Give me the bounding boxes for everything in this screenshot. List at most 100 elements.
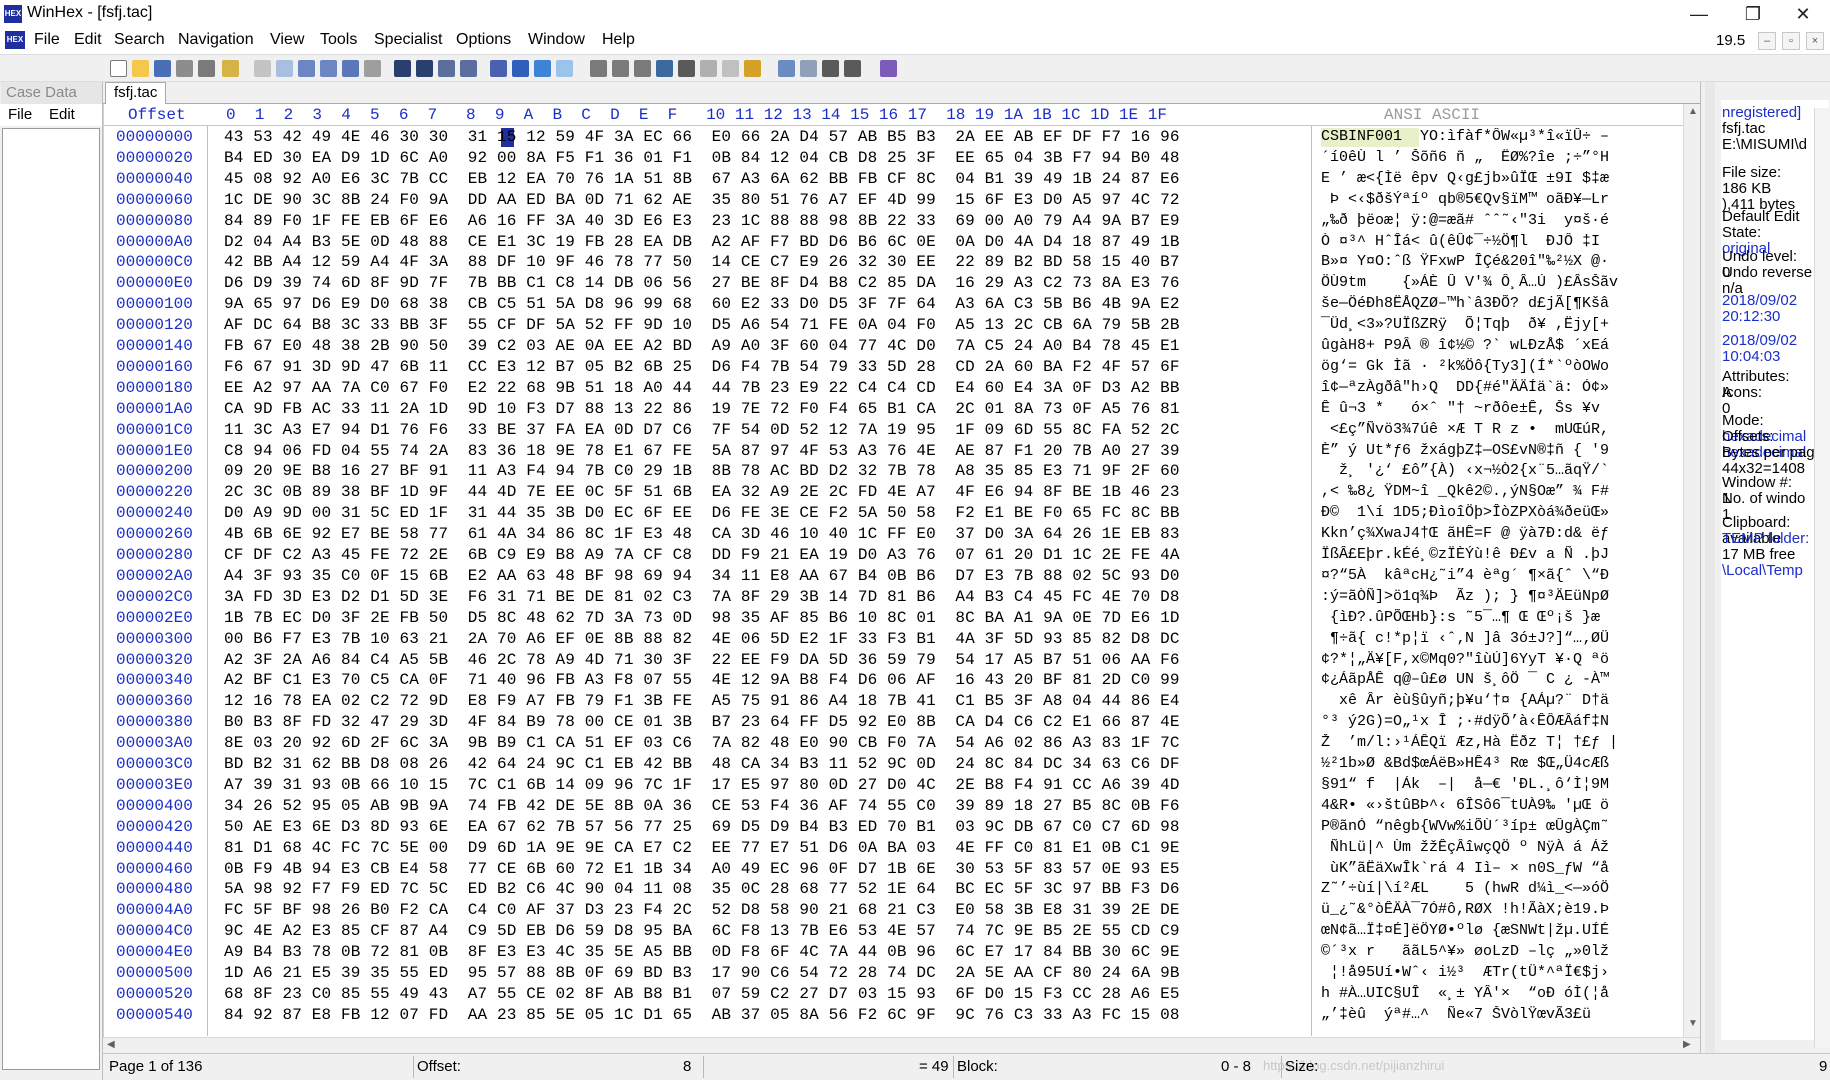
row-hex-bytes[interactable]: BD B2 31 62 BB D8 08 26 42 64 24 9C C1 E… xyxy=(224,755,1180,773)
row-ascii-text[interactable]: ,< ‰8¿ ŸDM~î _Qkê2©.,ýN§Oæ” ¾ F# xyxy=(1321,483,1691,500)
row-ascii-text[interactable]: xê Âr èù§ûyñ;þ¥u‘†¤ {AÁµ?¨ D†ä xyxy=(1321,692,1691,709)
info-scrollbar[interactable] xyxy=(1814,108,1830,1048)
save-icon[interactable] xyxy=(154,60,171,77)
properties-icon[interactable] xyxy=(198,60,215,77)
prev-page-icon[interactable] xyxy=(822,60,839,77)
row-hex-bytes[interactable]: 3A FD 3D E3 D2 D1 5D 3E F6 31 71 BE DE 8… xyxy=(224,588,1180,606)
back-arrow-icon[interactable] xyxy=(534,60,551,77)
row-ascii-text[interactable]: {ìÐ?.ûPÕŒHb}:s ˜5¯…¶ Œ Œº¡š }æ xyxy=(1321,609,1691,626)
menu-window[interactable]: Window xyxy=(528,31,585,49)
row-offset[interactable]: 00000280 xyxy=(116,546,193,564)
help-book-icon[interactable] xyxy=(880,60,897,77)
row-ascii-text[interactable]: ÏßÂ£Eþr.kÉé¸©zÏÈÝù!ê Ð£v a Ñ .þJ xyxy=(1321,546,1691,563)
row-offset[interactable]: 00000360 xyxy=(116,692,193,710)
row-ascii-text[interactable]: œN¢ã…Ï‡¤É]ëÖYØ•ºlø {æSNWt|žµ.UÍÉ xyxy=(1321,922,1691,939)
goto-sector-icon[interactable] xyxy=(512,60,529,77)
hash-icon[interactable] xyxy=(678,60,695,77)
row-hex-bytes[interactable]: D0 A9 9D 00 31 5C ED 1F 31 44 35 3B D0 E… xyxy=(224,504,1180,522)
menu-specialist[interactable]: Specialist xyxy=(374,31,442,49)
hex-row[interactable]: 00000380 B0 B3 8F FD 32 47 29 3D 4F 84 B9… xyxy=(104,712,1700,733)
menu-navigation[interactable]: Navigation xyxy=(178,31,254,49)
row-offset[interactable]: 00000540 xyxy=(116,1006,193,1024)
hex-row[interactable]: 000002E0 1B 7B EC D0 3F 2E FB 50 D5 8C 48… xyxy=(104,608,1700,629)
hex-row[interactable]: 00000300 00 B6 F7 E3 7B 10 63 21 2A 70 A6… xyxy=(104,629,1700,650)
row-ascii-text[interactable]: Þ <‹$ðšÝªíº qb®5€Qv§ïM™ oãÐ¥—Lr xyxy=(1321,191,1691,208)
hex-row[interactable]: 00000180 EE A2 97 AA 7A C0 67 F0 E2 22 68… xyxy=(104,378,1700,399)
scroll-right-icon[interactable]: ▶ xyxy=(1683,1039,1691,1050)
row-ascii-text[interactable]: ¯Üd¸<3»?UÏßZRÿ Õ¦Tqþ ð¥ ,Ëjy[+ xyxy=(1321,316,1691,333)
document-hex-icon[interactable]: HEX xyxy=(5,31,25,49)
row-offset[interactable]: 00000460 xyxy=(116,860,193,878)
row-hex-bytes[interactable]: A2 BF C1 E3 70 C5 CA 0F 71 40 96 FB A3 F… xyxy=(224,671,1180,689)
row-offset[interactable]: 00000040 xyxy=(116,170,193,188)
compare-icon[interactable] xyxy=(722,60,739,77)
row-offset[interactable]: 000004E0 xyxy=(116,943,193,961)
open-folder-icon[interactable] xyxy=(132,60,149,77)
row-ascii-text[interactable]: ½²1b»Ø &Bd$œÁëB»HÊ4³ Rœ $Œ„Ü4cÆß xyxy=(1321,755,1691,772)
row-offset[interactable]: 00000300 xyxy=(116,630,193,648)
row-ascii-text[interactable]: Ð© 1\í 1D5;ÐìoîÖþ>ÎòZPXòá¾ðeüŒ» xyxy=(1321,504,1691,521)
hex-row[interactable]: 00000200 09 20 9E B8 16 27 BF 91 11 A3 F4… xyxy=(104,461,1700,482)
hex-editor-view[interactable]: Offset 0 1 2 3 4 5 6 7 8 9 A B C D E F 1… xyxy=(103,104,1700,1037)
file-tab[interactable]: fsfj.tac xyxy=(105,82,167,104)
hex-row[interactable]: 000001A0 CA 9D FB AC 33 11 2A 1D 9D 10 F3… xyxy=(104,399,1700,420)
row-hex-bytes[interactable]: 43 53 42 49 4E 46 30 30 31 15 12 59 4F 3… xyxy=(224,128,1180,146)
hex-row[interactable]: 00000440 81 D1 68 4C FC 7C 5E 00 D9 6D 1A… xyxy=(104,838,1700,859)
row-ascii-text[interactable]: È” ý Ut*ƒ6 žxágþZ‡—OS£vN®‡ñ { '9 xyxy=(1321,442,1691,459)
case-menu-edit[interactable]: Edit xyxy=(49,106,75,123)
row-ascii-text[interactable]: °³ ý2G)=O„¹x Î ;·#dÿÕ’à‹ÊÔÆÂáf‡N xyxy=(1321,713,1691,730)
row-hex-bytes[interactable]: 12 16 78 EA 02 C2 72 9D E8 F9 A7 FB 79 F… xyxy=(224,692,1180,710)
menu-options[interactable]: Options xyxy=(456,31,511,49)
row-hex-bytes[interactable]: A9 B4 B3 78 0B 72 81 0B 8F E3 E3 4C 35 5… xyxy=(224,943,1180,961)
row-hex-bytes[interactable]: 9A 65 97 D6 E9 D0 68 38 CB C5 51 5A D8 9… xyxy=(224,295,1180,313)
vertical-scrollbar[interactable]: ▲ ▼ xyxy=(1683,104,1700,1037)
row-hex-bytes[interactable]: 1D A6 21 E5 39 35 55 ED 95 57 88 8B 0F 6… xyxy=(224,964,1180,982)
row-hex-bytes[interactable]: A2 3F 2A A6 84 C4 A5 5B 46 2C 78 A9 4D 7… xyxy=(224,651,1180,669)
hex-row[interactable]: 000003E0 A7 39 31 93 0B 66 10 15 7C C1 6B… xyxy=(104,775,1700,796)
row-offset[interactable]: 00000440 xyxy=(116,839,193,857)
row-ascii-text[interactable]: §91“ f |Ák –| å—€ 'ÐL.¸ô‘Ì¦9M xyxy=(1321,776,1691,793)
hex-row[interactable]: 00000400 34 26 52 95 05 AB 9B 9A 74 FB 42… xyxy=(104,796,1700,817)
close-button[interactable]: ✕ xyxy=(1776,0,1830,28)
hex-row[interactable]: 00000540 84 92 87 E8 FB 12 07 FD AA 23 85… xyxy=(104,1005,1700,1026)
hex-row[interactable]: 00000480 5A 98 92 F7 F9 ED 7C 5C ED B2 C6… xyxy=(104,879,1700,900)
row-ascii-text[interactable]: ü_¿˜&°òÊÄÀ¯7Ó#ô,RØX !h!ÃàX;è19.Þ xyxy=(1321,901,1691,918)
row-offset[interactable]: 00000260 xyxy=(116,525,193,543)
row-offset[interactable]: 000001C0 xyxy=(116,421,193,439)
row-offset[interactable]: 00000500 xyxy=(116,964,193,982)
hex-row[interactable]: 00000420 50 AE E3 6E D3 8D 93 6E EA 67 62… xyxy=(104,817,1700,838)
replace-hex-icon[interactable] xyxy=(460,60,477,77)
row-offset[interactable]: 00000480 xyxy=(116,880,193,898)
hex-row[interactable]: 00000340 A2 BF C1 E3 70 C5 CA 0F 71 40 96… xyxy=(104,670,1700,691)
scroll-left-icon[interactable]: ◀ xyxy=(107,1039,115,1050)
hex-row[interactable]: 000002C0 3A FD 3D E3 D2 D1 5D 3E F6 31 71… xyxy=(104,587,1700,608)
scroll-up-icon[interactable]: ▲ xyxy=(1688,106,1698,117)
print-icon[interactable] xyxy=(176,60,193,77)
row-hex-bytes[interactable]: 81 D1 68 4C FC 7C 5E 00 D9 6D 1A 9E 9E C… xyxy=(224,839,1180,857)
row-hex-bytes[interactable]: 68 8F 23 C0 85 55 49 43 A7 55 CE 02 8F A… xyxy=(224,985,1180,1003)
row-ascii-text[interactable]: Ò ¤³^ HˆÎá< û(êÛ¢¯÷½Ö¶l ÐJÔ ‡I xyxy=(1321,233,1691,250)
row-ascii-text[interactable]: ž¸ '¿‘ £ô”{À) ‹x¬½Ò2{x¨5…ãqŸ/` xyxy=(1321,462,1691,479)
find-text-icon[interactable] xyxy=(394,60,411,77)
open-disk-icon[interactable] xyxy=(612,60,629,77)
row-hex-bytes[interactable]: D6 D9 39 74 6D 8F 9D 7F 7B BB C1 C8 14 D… xyxy=(224,274,1180,292)
write-hex-icon[interactable] xyxy=(364,60,381,77)
hex-row[interactable]: 00000000 43 53 42 49 4E 46 30 30 31 15 12… xyxy=(104,127,1700,148)
hex-row[interactable]: 00000320 A2 3F 2A A6 84 C4 A5 5B 46 2C 78… xyxy=(104,650,1700,671)
row-offset[interactable]: 00000340 xyxy=(116,671,193,689)
row-ascii-text[interactable]: h #À…UIC§UÎ «¸± YÂ'× “oÐ óÌ(¦å xyxy=(1321,985,1691,1002)
cut-icon[interactable] xyxy=(276,60,293,77)
row-offset[interactable]: 000002C0 xyxy=(116,588,193,606)
row-ascii-text[interactable]: ûgàH8+ P9Â ® î¢½© ?` wLÐzÅ$ ´xEá xyxy=(1321,337,1691,354)
new-file-icon[interactable] xyxy=(110,60,127,77)
row-ascii-text[interactable]: ¦!å95Uí•Wˆ‹ i½³ ÆTr(tÜ*^ªÏ€$j› xyxy=(1321,964,1691,981)
menu-help[interactable]: Help xyxy=(602,31,635,49)
row-hex-bytes[interactable]: AF DC 64 B8 3C 33 BB 3F 55 CF DF 5A 52 F… xyxy=(224,316,1180,334)
hex-row[interactable]: 000000E0 D6 D9 39 74 6D 8F 9D 7F 7B BB C1… xyxy=(104,273,1700,294)
hex-row[interactable]: 00000020 B4 ED 30 EA D9 1D 6C A0 92 00 8A… xyxy=(104,148,1700,169)
hex-row[interactable]: 000001E0 C8 94 06 FD 04 55 74 2A 83 36 18… xyxy=(104,441,1700,462)
row-offset[interactable]: 000000C0 xyxy=(116,253,193,271)
row-ascii-text[interactable]: Ž ’m/l:›¹ÁÊQï Æz‚Hà Ëðz T¦ †£ƒ | xyxy=(1321,734,1691,751)
row-hex-bytes[interactable]: 1C DE 90 3C 8B 24 F0 9A DD AA ED BA 0D 7… xyxy=(224,191,1180,209)
row-offset[interactable]: 000001E0 xyxy=(116,442,193,460)
